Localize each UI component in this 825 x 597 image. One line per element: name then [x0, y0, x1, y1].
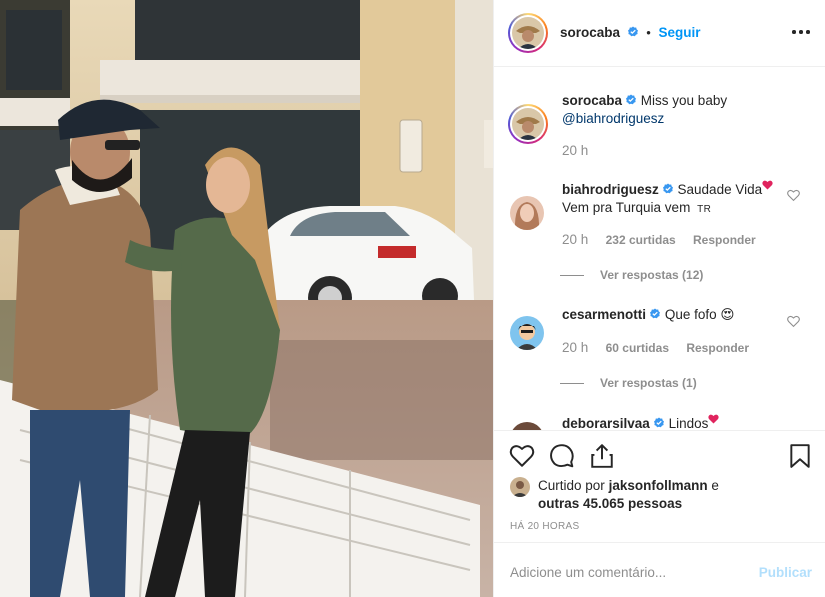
verified-badge-icon [627, 26, 638, 37]
bookmark-icon[interactable] [787, 443, 813, 469]
commenter-username[interactable]: biahrodriguesz [562, 182, 659, 197]
share-icon[interactable] [589, 443, 615, 469]
caption-author-avatar[interactable] [508, 104, 548, 144]
comment-time[interactable]: 20 h [562, 340, 588, 355]
commenter-avatar-image [510, 422, 544, 430]
comments-list[interactable]: sorocaba Miss you baby @biahrodriguesz 2… [494, 68, 825, 430]
view-replies-label: Ver respostas (12) [600, 268, 704, 282]
red-heart-emoji-icon [708, 414, 719, 424]
post-actions: Curtido por jaksonfollmann e outras 45.0… [494, 430, 825, 542]
red-heart-emoji-icon [762, 180, 773, 190]
post-comment-button[interactable]: Publicar [759, 565, 812, 580]
caption-avatar-image [512, 108, 544, 140]
comment-likes[interactable]: 60 curtidas [606, 341, 669, 355]
comment-text: Lindos [668, 416, 709, 430]
reply-button[interactable]: Responder [693, 233, 756, 247]
heart-eyes-emoji: 😍 [720, 307, 735, 322]
commenter-avatar-image [510, 196, 544, 230]
reply-button[interactable]: Responder [686, 341, 749, 355]
author-avatar[interactable] [508, 13, 548, 53]
liker-avatar[interactable] [510, 477, 530, 497]
comment-icon[interactable] [549, 443, 575, 469]
comment-text: Que fofo [664, 307, 717, 322]
like-comment-heart-icon[interactable] [787, 315, 800, 328]
comment-input[interactable]: Adicione um comentário... [510, 565, 666, 580]
caption-mention-link[interactable]: @biahrodriguesz [562, 111, 664, 126]
view-replies-button[interactable]: Ver respostas (1) [560, 376, 697, 390]
liker-avatar-image [510, 477, 530, 497]
view-replies-label: Ver respostas (1) [600, 376, 697, 390]
separator-dot: • [646, 25, 651, 40]
comment-text-line2: Vem pra Turquia vem [562, 200, 691, 215]
commenter-avatar[interactable] [510, 196, 544, 230]
likes-and: e [711, 478, 719, 493]
commenter-avatar[interactable] [510, 422, 544, 430]
post-photo-image [0, 0, 493, 597]
liker-username[interactable]: jaksonfollmann [609, 478, 708, 493]
verified-badge-icon [626, 94, 637, 105]
view-replies-button[interactable]: Ver respostas (12) [560, 268, 703, 282]
caption-username[interactable]: sorocaba [562, 93, 622, 108]
author-username[interactable]: sorocaba [560, 25, 620, 40]
verified-badge-icon [662, 183, 673, 194]
post-photo[interactable] [0, 0, 493, 597]
comment-text: Saudade Vida [677, 182, 763, 197]
commenter-avatar[interactable] [510, 316, 544, 350]
comment-likes[interactable]: 232 curtidas [606, 233, 676, 247]
post-side-panel: sorocaba • Seguir sorocaba Miss you baby… [493, 0, 825, 597]
commenter-username[interactable]: cesarmenotti [562, 307, 646, 322]
follow-button[interactable]: Seguir [658, 25, 700, 40]
comment-time[interactable]: 20 h [562, 232, 588, 247]
post-header: sorocaba • Seguir [494, 0, 825, 67]
liked-by-prefix: Curtido por [538, 478, 605, 493]
likes-count[interactable]: outras 45.065 pessoas [538, 496, 682, 511]
like-comment-heart-icon[interactable] [787, 189, 800, 202]
commenter-username[interactable]: deborarsilvaa [562, 416, 650, 430]
caption-time[interactable]: 20 h [562, 143, 588, 158]
turkey-flag-text: TR [697, 204, 712, 215]
caption-text: Miss you baby [640, 93, 728, 108]
verified-badge-icon [650, 308, 661, 319]
verified-badge-icon [653, 417, 664, 428]
commenter-avatar-image [510, 316, 544, 350]
heart-icon[interactable] [509, 443, 535, 469]
post-time-ago[interactable]: HÁ 20 HORAS [510, 521, 579, 532]
add-comment-bar: Adicione um comentário... Publicar [494, 542, 825, 597]
more-options-icon[interactable] [792, 22, 810, 40]
author-avatar-image [512, 17, 544, 49]
replies-divider-line [560, 275, 584, 277]
replies-divider-line [560, 383, 584, 385]
